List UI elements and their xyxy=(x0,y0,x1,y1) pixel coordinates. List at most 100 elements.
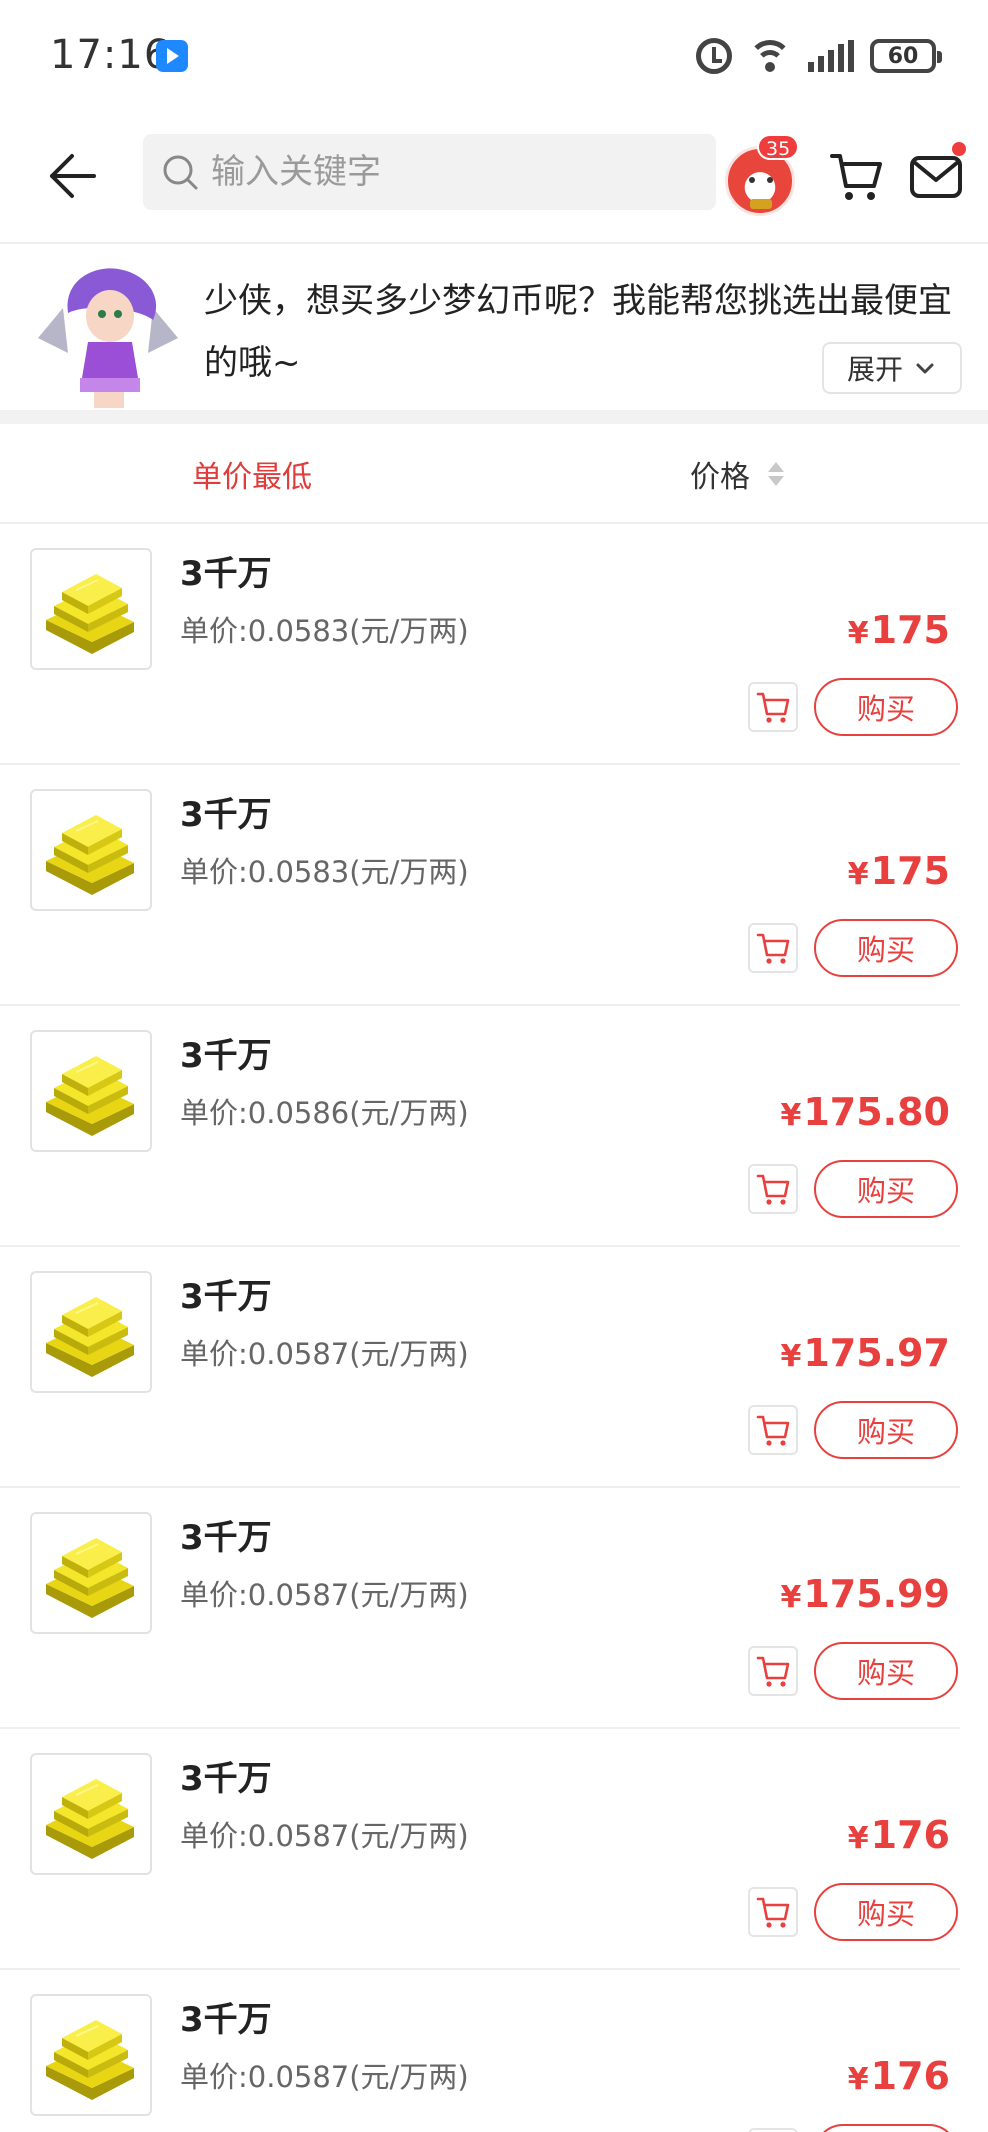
expand-button[interactable]: 展开 xyxy=(822,342,962,394)
gold-bar-thumbnail[interactable] xyxy=(30,548,152,670)
sort-tab-price[interactable]: 价格 xyxy=(690,452,784,496)
cart-icon xyxy=(756,1415,790,1446)
item-price: ¥175.80 xyxy=(780,1090,950,1134)
mail-icon xyxy=(910,156,962,198)
cart-icon xyxy=(756,933,790,964)
cart-icon xyxy=(756,1174,790,1205)
add-to-cart-button[interactable] xyxy=(748,682,798,732)
product-item[interactable]: 3千万 单价:0.0583(元/万两) ¥175 购买 xyxy=(0,765,960,1006)
item-unit-price: 单价:0.0587(元/万两) xyxy=(180,1578,469,1612)
product-item[interactable]: 3千万 单价:0.0583(元/万两) ¥175 购买 xyxy=(0,524,960,765)
currency-symbol: ¥ xyxy=(780,1339,802,1374)
gold-bar-thumbnail[interactable] xyxy=(30,1994,152,2116)
currency-symbol: ¥ xyxy=(780,1098,802,1133)
buy-button[interactable]: 购买 xyxy=(814,1401,958,1459)
product-item[interactable]: 3千万 单价:0.0587(元/万两) ¥176 购买 xyxy=(0,1729,960,1970)
product-item[interactable]: 3千万 单价:0.0586(元/万两) ¥175.80 购买 xyxy=(0,1006,960,1247)
add-to-cart-button[interactable] xyxy=(748,923,798,973)
status-bar: 17:16 60 xyxy=(0,0,988,112)
item-unit-price: 单价:0.0586(元/万两) xyxy=(180,1096,469,1130)
price-amount: 176 xyxy=(870,2054,950,2098)
buy-button[interactable]: 购买 xyxy=(814,1160,958,1218)
gold-bar-thumbnail[interactable] xyxy=(30,1753,152,1875)
item-price: ¥175.99 xyxy=(780,1572,950,1616)
cart-icon xyxy=(756,1897,790,1928)
wifi-icon xyxy=(748,38,792,74)
cart-icon xyxy=(756,692,790,723)
back-arrow-icon xyxy=(50,154,96,198)
item-price: ¥175 xyxy=(848,608,950,652)
gold-bar-thumbnail[interactable] xyxy=(30,1030,152,1152)
cart-button[interactable] xyxy=(828,148,884,204)
add-to-cart-button[interactable] xyxy=(748,2128,798,2132)
status-time: 17:16 xyxy=(50,32,171,78)
product-list: 3千万 单价:0.0583(元/万两) ¥175 购买 3千万 单价:0.058… xyxy=(0,524,988,2132)
search-input[interactable] xyxy=(211,152,691,192)
battery-icon: 60 xyxy=(870,39,942,73)
price-amount: 175.97 xyxy=(803,1331,950,1375)
customer-service-avatar[interactable]: 35 xyxy=(722,128,800,218)
gold-bar-thumbnail[interactable] xyxy=(30,789,152,911)
product-item[interactable]: 3千万 单价:0.0587(元/万两) ¥175.97 购买 xyxy=(0,1247,960,1488)
product-item[interactable]: 3千万 单价:0.0587(元/万两) ¥176 购买 xyxy=(0,1970,960,2132)
product-item[interactable]: 3千万 单价:0.0587(元/万两) ¥175.99 购买 xyxy=(0,1488,960,1729)
add-to-cart-button[interactable] xyxy=(748,1646,798,1696)
item-unit-price: 单价:0.0583(元/万两) xyxy=(180,614,469,648)
cart-icon xyxy=(756,1656,790,1687)
search-icon xyxy=(163,155,198,190)
gold-bar-icon xyxy=(46,1538,134,1618)
status-icons: 60 xyxy=(696,34,942,78)
item-price: ¥176 xyxy=(848,2054,950,2098)
assistant-character-image xyxy=(38,268,178,408)
buy-button[interactable]: 购买 xyxy=(814,1642,958,1700)
buy-button[interactable]: 购买 xyxy=(814,2124,958,2132)
message-count-badge: 35 xyxy=(757,134,800,160)
gold-bar-icon xyxy=(46,574,134,654)
item-price: ¥175.97 xyxy=(780,1331,950,1375)
price-amount: 176 xyxy=(870,1813,950,1857)
unread-dot xyxy=(952,142,966,156)
item-title: 3千万 xyxy=(180,795,272,835)
add-to-cart-button[interactable] xyxy=(748,1887,798,1937)
buy-button[interactable]: 购买 xyxy=(814,678,958,736)
price-amount: 175.80 xyxy=(803,1090,950,1134)
buy-button[interactable]: 购买 xyxy=(814,919,958,977)
sort-price-label: 价格 xyxy=(690,460,750,495)
sort-tab-lowest-unit-price[interactable]: 单价最低 xyxy=(192,452,312,496)
item-title: 3千万 xyxy=(180,2000,272,2040)
currency-symbol: ¥ xyxy=(780,1580,802,1615)
item-title: 3千万 xyxy=(180,1277,272,1317)
gold-bar-icon xyxy=(46,2020,134,2100)
gold-bar-icon xyxy=(46,1297,134,1377)
item-title: 3千万 xyxy=(180,1036,272,1076)
back-button[interactable] xyxy=(44,148,100,204)
price-amount: 175.99 xyxy=(803,1572,950,1616)
battery-level: 60 xyxy=(887,43,919,69)
currency-symbol: ¥ xyxy=(847,2062,869,2097)
item-unit-price: 单价:0.0587(元/万两) xyxy=(180,1337,469,1371)
currency-symbol: ¥ xyxy=(847,1821,869,1856)
search-box[interactable] xyxy=(143,134,716,210)
currency-symbol: ¥ xyxy=(847,857,869,892)
gold-bar-icon xyxy=(46,815,134,895)
buy-button[interactable]: 购买 xyxy=(814,1883,958,1941)
item-unit-price: 单价:0.0587(元/万两) xyxy=(180,1819,469,1853)
gold-bar-thumbnail[interactable] xyxy=(30,1271,152,1393)
item-price: ¥175 xyxy=(848,849,950,893)
gold-bar-thumbnail[interactable] xyxy=(30,1512,152,1634)
gold-bar-icon xyxy=(46,1779,134,1859)
item-unit-price: 单价:0.0583(元/万两) xyxy=(180,855,469,889)
gold-bar-icon xyxy=(46,1056,134,1136)
section-divider xyxy=(0,410,988,424)
sort-arrows-icon xyxy=(768,462,784,486)
item-unit-price: 单价:0.0587(元/万两) xyxy=(180,2060,469,2094)
item-title: 3千万 xyxy=(180,1518,272,1558)
add-to-cart-button[interactable] xyxy=(748,1164,798,1214)
item-title: 3千万 xyxy=(180,1759,272,1799)
messages-button[interactable] xyxy=(908,142,966,204)
expand-label: 展开 xyxy=(846,353,903,386)
alarm-icon xyxy=(696,38,732,74)
chevron-down-icon xyxy=(916,363,934,374)
price-amount: 175 xyxy=(870,849,950,893)
add-to-cart-button[interactable] xyxy=(748,1405,798,1455)
